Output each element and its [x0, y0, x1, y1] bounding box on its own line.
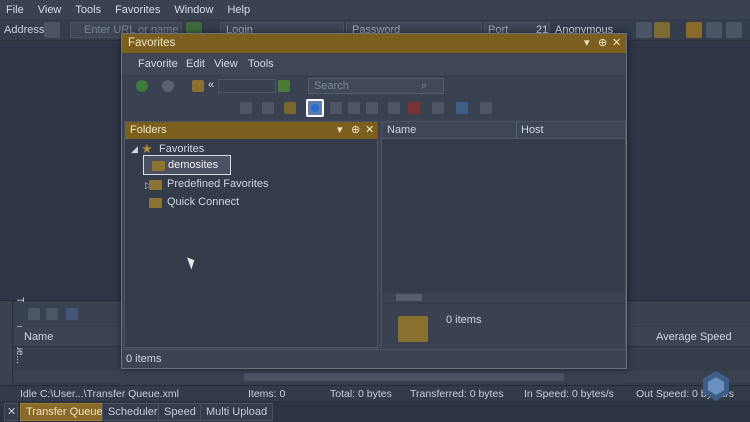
- transfer-queue-side-tab[interactable]: Transfer Que...: [0, 297, 25, 386]
- path-breadcrumb[interactable]: «: [208, 79, 214, 91]
- folders-dropdown-icon[interactable]: ▾: [337, 123, 343, 136]
- tree-expand-icon[interactable]: ◢: [131, 144, 138, 155]
- open-folder-icon[interactable]: [654, 22, 670, 38]
- queue-column-name[interactable]: Name: [24, 331, 53, 343]
- menu-file[interactable]: File: [6, 4, 24, 16]
- queue-start-icon[interactable]: [28, 308, 40, 320]
- layout-horizontal-icon[interactable]: [706, 22, 722, 38]
- folders-pin-icon[interactable]: ⊕: [351, 123, 360, 136]
- items-info-panel: 0 items: [382, 304, 625, 348]
- favorites-search-placeholder: Search: [314, 80, 349, 92]
- folder-icon: [149, 198, 162, 208]
- queue-icon[interactable]: [636, 22, 652, 38]
- status-total: Total: 0 bytes: [330, 388, 392, 400]
- folder-icon: [149, 180, 162, 190]
- layout-vertical-icon[interactable]: [726, 22, 742, 38]
- menu-tools[interactable]: Tools: [75, 4, 101, 16]
- favorites-window: Favorites ▾ ⊕ ✕ Favorite Edit View Tools…: [121, 33, 627, 369]
- folders-close-icon[interactable]: ✕: [365, 123, 374, 136]
- list-scroll-thumb[interactable]: [396, 294, 422, 301]
- favorites-titlebar: Favorites ▾ ⊕ ✕: [122, 34, 626, 53]
- close-panel-icon[interactable]: ✕: [4, 403, 18, 421]
- list-horizontal-scrollbar[interactable]: [382, 292, 625, 303]
- column-name[interactable]: Name: [387, 124, 416, 136]
- queue-column-average-speed[interactable]: Average Speed: [656, 331, 732, 343]
- menu-favorites[interactable]: Favorites: [115, 4, 160, 16]
- tree-node-predefined-favorites[interactable]: Predefined Favorites: [167, 178, 269, 190]
- new-favorite-button[interactable]: [306, 99, 324, 117]
- tree-node-demosites[interactable]: demosites: [143, 155, 231, 175]
- status-in-speed: In Speed: 0 bytes/s: [524, 388, 614, 400]
- favorites-menubar: Favorite Edit View Tools: [122, 53, 626, 75]
- paste-icon[interactable]: [366, 102, 378, 114]
- menu-view[interactable]: View: [38, 4, 62, 16]
- address-dropdown-button[interactable]: [44, 22, 60, 38]
- copy-icon[interactable]: [348, 102, 360, 114]
- close-icon[interactable]: ✕: [612, 36, 621, 49]
- list-column-header: Name Host: [382, 122, 625, 139]
- favorites-status-text: 0 items: [126, 353, 162, 365]
- large-folder-icon: [398, 316, 428, 342]
- status-transferred: Transferred: 0 bytes: [410, 388, 504, 400]
- layout-single-icon[interactable]: [686, 22, 702, 38]
- refresh-icon[interactable]: [456, 102, 468, 114]
- window-icon[interactable]: [432, 102, 444, 114]
- queue-copy-icon[interactable]: [46, 308, 58, 320]
- back-arrow-icon[interactable]: [136, 80, 148, 92]
- path-combobox[interactable]: [218, 79, 276, 93]
- favorites-menu-tools[interactable]: Tools: [248, 58, 274, 70]
- favorites-toolbar: [122, 97, 626, 119]
- dropdown-arrow-icon[interactable]: ▾: [584, 36, 590, 49]
- delete-icon[interactable]: [408, 102, 420, 114]
- pin-icon[interactable]: ⊕: [598, 36, 607, 49]
- tab-speed[interactable]: Speed: [158, 403, 202, 421]
- queue-scroll-thumb[interactable]: [244, 373, 564, 381]
- tab-multi-upload[interactable]: Multi Upload: [200, 403, 274, 421]
- status-bar: Idle C:\User...\Transfer Queue.xml Items…: [0, 385, 750, 401]
- status-idle: Idle C:\User...\Transfer Queue.xml: [20, 388, 179, 400]
- forward-arrow-icon[interactable]: [162, 80, 174, 92]
- queue-horizontal-scrollbar[interactable]: [14, 371, 750, 383]
- favorites-search-input[interactable]: Search ⌕: [308, 78, 444, 94]
- properties-icon[interactable]: [262, 102, 274, 114]
- tab-transfer-queue[interactable]: Transfer Queue: [20, 403, 109, 421]
- favorites-menu-edit[interactable]: Edit: [186, 58, 205, 70]
- globe-icon: [311, 104, 319, 112]
- bottom-tab-strip: ✕ Transfer Queue Scheduler Speed Multi U…: [0, 401, 750, 422]
- column-divider[interactable]: [516, 122, 517, 139]
- folder-icon: [152, 161, 165, 171]
- up-folder-icon[interactable]: [278, 80, 290, 92]
- folders-pane-header: Folders ▾ ⊕ ✕: [125, 122, 377, 139]
- favorites-menu-view[interactable]: View: [214, 58, 238, 70]
- favorites-statusbar: 0 items: [122, 349, 626, 368]
- tree-node-quick-connect[interactable]: Quick Connect: [167, 196, 239, 208]
- column-host[interactable]: Host: [521, 124, 544, 136]
- tree-node-favorites[interactable]: Favorites: [159, 143, 204, 155]
- favorites-title: Favorites: [128, 37, 176, 49]
- folders-pane-title: Folders: [130, 124, 167, 136]
- path-folder-icon: [192, 80, 204, 92]
- import-icon[interactable]: [388, 102, 400, 114]
- search-icon[interactable]: ⌕: [421, 80, 427, 93]
- queue-save-icon[interactable]: [66, 308, 78, 320]
- items-count-info: 0 items: [446, 314, 482, 326]
- cut-tool-icon[interactable]: [240, 102, 252, 114]
- scissors-icon[interactable]: [330, 102, 342, 114]
- tab-scheduler[interactable]: Scheduler: [102, 403, 164, 421]
- main-menubar: File View Tools Favorites Window Help: [0, 0, 750, 19]
- menu-window[interactable]: Window: [174, 4, 213, 16]
- view-mode-icon[interactable]: [480, 102, 492, 114]
- favorites-list-pane: Name Host 0 items: [381, 121, 626, 348]
- favorites-menu-favorite[interactable]: Favorite: [138, 58, 178, 70]
- app-logo-icon: [703, 371, 729, 401]
- tree-node-demosites-label: demosites: [168, 159, 219, 171]
- menu-help[interactable]: Help: [227, 4, 250, 16]
- status-items: Items: 0: [248, 388, 286, 400]
- address-label: Address: [4, 24, 45, 36]
- favorites-navbar: « Search ⌕: [122, 75, 626, 97]
- new-folder-icon[interactable]: [284, 102, 296, 114]
